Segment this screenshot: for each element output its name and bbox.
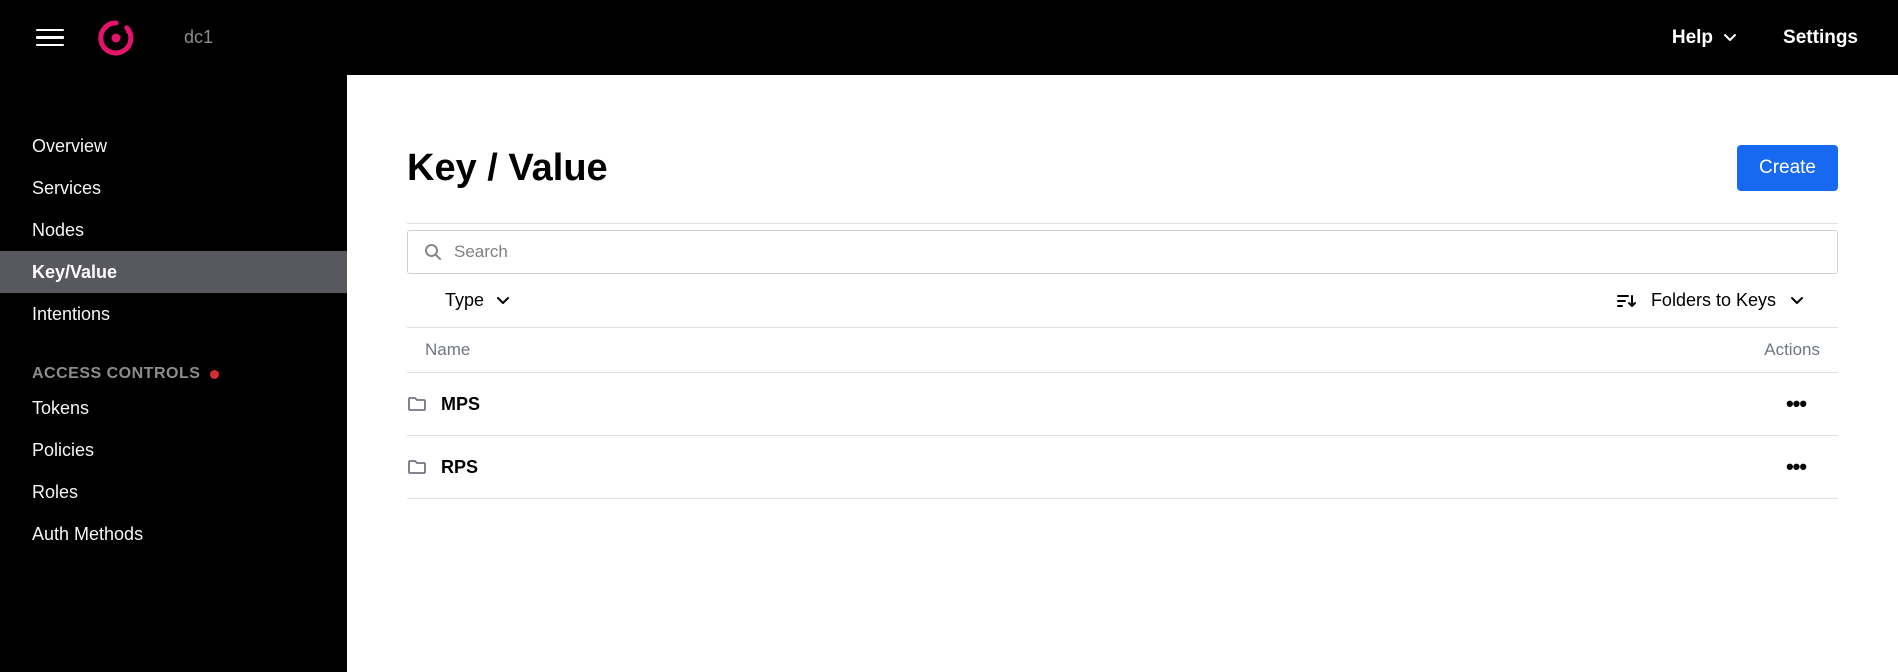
help-menu[interactable]: Help	[1672, 27, 1737, 49]
table-row[interactable]: MPS •••	[407, 373, 1838, 436]
sidebar-item-label: Policies	[32, 440, 94, 461]
sidebar-item-label: Services	[32, 178, 101, 199]
page-title: Key / Value	[407, 147, 608, 190]
column-name: Name	[425, 340, 470, 360]
sidebar-item-key-value[interactable]: Key/Value	[0, 251, 347, 293]
create-button[interactable]: Create	[1737, 145, 1838, 191]
more-icon: •••	[1786, 391, 1806, 417]
sidebar-item-tokens[interactable]: Tokens	[0, 387, 347, 429]
sidebar-item-label: Key/Value	[32, 262, 117, 283]
sidebar-section-access-controls: ACCESS CONTROLS	[0, 365, 347, 383]
chevron-down-icon	[1790, 294, 1804, 308]
main-content: Key / Value Create Type	[347, 75, 1898, 672]
sidebar-item-auth-methods[interactable]: Auth Methods	[0, 513, 347, 555]
page-header: Key / Value Create	[407, 145, 1838, 191]
type-filter-label: Type	[445, 290, 484, 311]
datacenter-label[interactable]: dc1	[184, 27, 213, 48]
more-icon: •••	[1786, 454, 1806, 480]
sort-icon	[1617, 293, 1637, 309]
sidebar-item-nodes[interactable]: Nodes	[0, 209, 347, 251]
sidebar-item-label: Auth Methods	[32, 524, 143, 545]
sidebar-item-label: Roles	[32, 482, 78, 503]
help-label: Help	[1672, 27, 1713, 49]
sidebar: Overview Services Nodes Key/Value Intent…	[0, 75, 347, 672]
chevron-down-icon	[1723, 31, 1737, 45]
sort-menu[interactable]: Folders to Keys	[1617, 290, 1838, 311]
table-row[interactable]: RPS •••	[407, 436, 1838, 499]
filter-row: Type Folders to Keys	[407, 274, 1838, 327]
column-actions: Actions	[1764, 340, 1820, 360]
search-box[interactable]	[407, 230, 1838, 274]
menu-toggle[interactable]	[36, 24, 64, 52]
sidebar-item-label: Intentions	[32, 304, 110, 325]
sidebar-item-roles[interactable]: Roles	[0, 471, 347, 513]
search-input[interactable]	[454, 242, 1821, 262]
row-actions-button[interactable]: •••	[1790, 391, 1830, 417]
folder-icon	[407, 457, 427, 477]
divider	[407, 223, 1838, 224]
folder-icon	[407, 394, 427, 414]
sidebar-item-label: Nodes	[32, 220, 84, 241]
top-bar: dc1 Help Settings	[0, 0, 1898, 75]
row-name: MPS	[441, 394, 480, 415]
sidebar-item-overview[interactable]: Overview	[0, 125, 347, 167]
search-icon	[424, 243, 442, 261]
consul-logo	[98, 20, 134, 56]
sidebar-item-services[interactable]: Services	[0, 167, 347, 209]
sidebar-item-intentions[interactable]: Intentions	[0, 293, 347, 335]
settings-link[interactable]: Settings	[1783, 27, 1858, 49]
sidebar-item-label: Overview	[32, 136, 107, 157]
row-actions-button[interactable]: •••	[1790, 454, 1830, 480]
status-dot-icon	[210, 370, 219, 379]
chevron-down-icon	[496, 294, 510, 308]
sidebar-item-policies[interactable]: Policies	[0, 429, 347, 471]
sort-label: Folders to Keys	[1651, 290, 1776, 311]
sidebar-section-label: ACCESS CONTROLS	[32, 365, 200, 383]
table-header: Name Actions	[407, 327, 1838, 373]
row-name: RPS	[441, 457, 478, 478]
type-filter[interactable]: Type	[445, 290, 510, 311]
sidebar-item-label: Tokens	[32, 398, 89, 419]
